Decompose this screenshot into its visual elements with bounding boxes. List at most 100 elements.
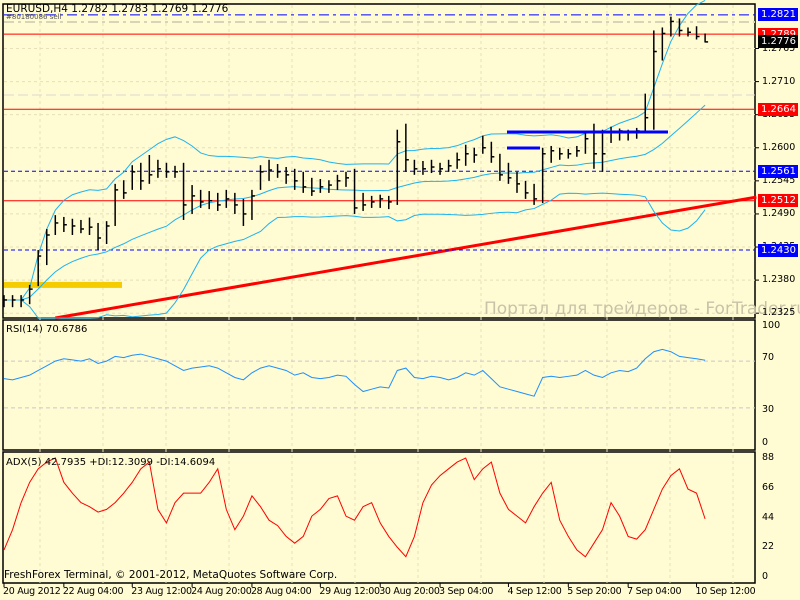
- x-tick-label: 7 Sep 04:00: [627, 586, 682, 597]
- price-bar: [576, 145, 580, 157]
- price-bar: [140, 162, 144, 190]
- price-bar: [396, 129, 401, 205]
- price-level-label: 1.2430: [758, 243, 798, 257]
- adx-title: ADX(5) 42.7935 +DI:12.3099 -DI:14.6094: [6, 457, 216, 468]
- price-bar: [114, 183, 119, 226]
- price-level-label: 1.2821: [758, 8, 798, 22]
- price-bar: [165, 162, 170, 178]
- price-bar: [388, 195, 392, 210]
- price-bar: [311, 177, 315, 196]
- price-bar: [644, 93, 649, 131]
- price-bar: [37, 250, 42, 287]
- panel-frame-2: [2, 451, 756, 584]
- price-bar: [610, 126, 615, 143]
- support-zone: [4, 281, 122, 288]
- price-bar: [593, 123, 597, 169]
- price-bar: [122, 180, 127, 199]
- x-tick-label: 20 Aug 2012: [3, 586, 61, 597]
- watermark: Портал для трейдеров - ForTrader.ru: [484, 299, 800, 319]
- price-bar: [80, 219, 84, 234]
- price-bar: [105, 221, 110, 245]
- price-bar: [533, 183, 538, 205]
- x-tick-label: 10 Sep 12:00: [695, 586, 756, 597]
- price-level-label: 1.2561: [758, 164, 798, 178]
- price-bar: [234, 192, 238, 214]
- rsi-tick-label: 30: [762, 404, 775, 415]
- price-tick-label: 1.2600: [762, 141, 796, 153]
- chart-window: EURUSD,H4 1.2782 1.2783 1.2769 1.2776 #8…: [0, 0, 800, 600]
- price-bar: [499, 153, 503, 181]
- price-bar: [704, 33, 709, 43]
- price-bar: [413, 159, 418, 175]
- adx-tick-label: 0: [762, 571, 769, 582]
- price-bar: [63, 216, 67, 232]
- price-bar: [370, 195, 375, 208]
- price-bar: [353, 168, 358, 214]
- price-bar: [208, 191, 213, 210]
- price-bar: [422, 161, 426, 175]
- price-bar: [482, 135, 486, 154]
- price-bar: [328, 180, 332, 193]
- price-bar: [379, 194, 384, 208]
- price-bar: [97, 222, 102, 251]
- price-level-label: 1.2664: [758, 102, 798, 116]
- price-bar: [336, 174, 341, 190]
- copyright-footer: FreshForex Terminal, © 2001-2012, MetaQu…: [4, 569, 338, 581]
- price-tick-label: 1.2380: [762, 274, 796, 286]
- rsi-title: RSI(14) 70.6786: [6, 324, 88, 335]
- price-bar: [473, 147, 478, 163]
- adx-tick-label: 22: [762, 541, 775, 553]
- price-tick-label: 1.2490: [762, 207, 796, 219]
- price-bar: [439, 162, 444, 175]
- price-tick-label: 1.2325: [762, 307, 796, 319]
- price-bar: [567, 148, 572, 159]
- price-bar: [670, 16, 674, 37]
- rsi-tick-label: 100: [762, 320, 781, 331]
- panel-frame-1: [2, 319, 756, 451]
- price-bar: [71, 218, 76, 235]
- x-tick-label: 5 Sep 20:00: [567, 586, 622, 597]
- x-tick-label: 30 Aug 20:00: [379, 586, 440, 597]
- adx-tick-label: 44: [762, 511, 775, 523]
- adx-tick-label: 88: [762, 452, 775, 463]
- x-tick-label: 29 Aug 12:00: [319, 586, 380, 597]
- price-bar: [148, 154, 153, 184]
- x-tick-label: 28 Aug 04:00: [250, 586, 312, 597]
- order-label: #80180086 sell: [6, 13, 62, 21]
- price-bar: [550, 145, 555, 163]
- x-tick-label: 3 Sep 04:00: [439, 586, 494, 597]
- price-bar: [447, 159, 452, 172]
- x-tick-label: 22 Aug 04:00: [62, 586, 124, 597]
- price-bar: [618, 128, 623, 141]
- price-bar: [54, 215, 59, 235]
- price-bar: [601, 129, 606, 172]
- price-bar: [516, 171, 520, 193]
- price-bar: [251, 189, 255, 220]
- price-level-label: 1.2776: [758, 35, 798, 49]
- price-bar: [11, 295, 16, 308]
- price-bar: [559, 147, 563, 160]
- x-tick-label: 4 Sep 12:00: [507, 586, 562, 597]
- price-bar: [302, 171, 307, 193]
- price-bar: [687, 27, 691, 37]
- price-bar: [131, 165, 136, 190]
- price-bar: [157, 159, 161, 178]
- price-bar: [3, 295, 7, 308]
- rsi-tick-label: 0: [762, 437, 769, 448]
- adx-tick-label: 66: [762, 481, 775, 493]
- price-bar: [259, 165, 264, 190]
- price-bar: [268, 159, 273, 181]
- price-bar: [695, 26, 700, 40]
- price-bar: [456, 152, 461, 169]
- rsi-tick-label: 70: [762, 352, 775, 363]
- price-bar: [584, 132, 589, 154]
- price-tick-label: 1.2710: [762, 75, 796, 87]
- x-tick-label: 24 Aug 20:00: [191, 586, 252, 597]
- x-tick-label: 23 Aug 12:00: [131, 586, 192, 597]
- price-bar: [242, 198, 247, 226]
- price-bar: [217, 192, 221, 211]
- price-bar: [345, 171, 349, 187]
- price-level-label: 1.2512: [758, 194, 798, 208]
- price-bar: [661, 27, 666, 61]
- price-bar: [362, 192, 367, 211]
